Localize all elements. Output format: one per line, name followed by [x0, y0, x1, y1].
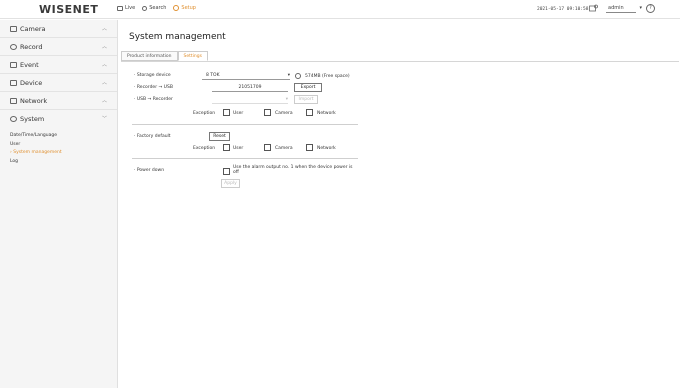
nav-live[interactable]: Live — [117, 5, 135, 11]
power-down-checkbox[interactable] — [223, 168, 230, 175]
system-submenu: Date/Time/Language User › System managem… — [0, 128, 117, 166]
exception-network-checkbox[interactable] — [306, 144, 313, 151]
exception-camera-label: Camera — [275, 111, 293, 116]
user-select[interactable]: admin ▾ — [606, 5, 642, 13]
submenu-item-label: System management — [13, 150, 62, 155]
storage-device-label: · Storage device — [134, 73, 171, 78]
import-button[interactable]: Import — [294, 95, 318, 104]
sidebar-item-label: Record — [20, 42, 43, 51]
sidebar-item-label: Camera — [20, 24, 46, 33]
recorder-to-usb-label: · Recorder → USB — [134, 85, 173, 90]
network-icon — [10, 97, 17, 104]
camera-icon — [10, 25, 17, 32]
exception-network-label: Network — [317, 111, 336, 116]
usb-to-recorder-label: · USB → Recorder — [134, 97, 173, 102]
exception-network-label: Network — [317, 146, 336, 151]
sidebar-item-label: Device — [20, 78, 43, 87]
tab-product-information[interactable]: Product information — [121, 51, 178, 61]
reset-button[interactable]: Reset — [209, 132, 230, 141]
section-divider — [132, 158, 358, 159]
main-panel: System management Product information Se… — [120, 20, 680, 388]
device-icon — [10, 79, 17, 86]
exception-user-checkbox[interactable] — [223, 144, 230, 151]
chevron-down-icon: ▾ — [287, 73, 290, 78]
chevron-up-icon: ︿ — [101, 98, 107, 104]
nav-setup[interactable]: Setup — [173, 5, 196, 11]
factory-default-label: · Factory default — [134, 134, 171, 139]
section-divider — [132, 124, 358, 125]
user-icon[interactable] — [589, 4, 599, 12]
tab-divider — [121, 61, 679, 62]
storage-device-value: 8 TOK — [206, 73, 220, 78]
logo: WISENET — [39, 3, 99, 16]
sidebar-item-record[interactable]: Record ︿ — [0, 38, 117, 56]
event-icon — [10, 61, 17, 68]
power-down-text-line-1: Use the alarm output no. 1 when the devi… — [233, 165, 353, 170]
system-icon — [10, 116, 17, 122]
storage-device-select[interactable]: 8 TOK ▾ — [202, 72, 290, 80]
nav-setup-label: Setup — [181, 5, 196, 11]
tab-settings[interactable]: Settings — [177, 51, 208, 61]
storage-device-label-text: Storage device — [136, 73, 171, 78]
free-space-text: 574MB (Free space) — [305, 74, 350, 79]
export-button[interactable]: Export — [294, 83, 322, 92]
nav-search-label: Search — [149, 5, 167, 11]
chevron-down-icon: ▾ — [285, 97, 288, 102]
exception-user-label: User — [233, 146, 244, 151]
sidebar-item-label: System — [20, 115, 45, 123]
exception-label: Exception — [193, 146, 216, 151]
sidebar-item-event[interactable]: Event ︿ — [0, 56, 117, 74]
chevron-up-icon: ︿ — [101, 62, 107, 68]
top-nav: Live Search Setup — [117, 5, 196, 11]
power-down-text: Use the alarm output no. 1 when the devi… — [233, 165, 363, 175]
submenu-item-system-management[interactable]: › System management — [10, 149, 117, 158]
sidebar-item-device[interactable]: Device ︿ — [0, 74, 117, 92]
power-down-label: · Power down — [134, 168, 165, 173]
datetime: 2021-05-17 09:10:58 — [537, 7, 589, 12]
nav-live-label: Live — [125, 5, 136, 11]
power-down-text-line-2: off — [233, 170, 239, 175]
sidebar-item-network[interactable]: Network ︿ — [0, 92, 117, 110]
top-bar: WISENET Live Search Setup 2021-05-17 09:… — [0, 0, 680, 19]
sidebar-item-system[interactable]: System ﹀ — [0, 110, 117, 128]
sidebar-item-label: Event — [20, 60, 39, 69]
power-down-label-text: Power down — [136, 168, 165, 173]
chevron-down-icon: ▾ — [639, 5, 642, 11]
exception-camera-checkbox[interactable] — [264, 144, 271, 151]
search-icon — [142, 5, 148, 11]
usb-to-recorder-label-text: USB → Recorder — [136, 97, 173, 102]
exception-user-checkbox[interactable] — [223, 109, 230, 116]
chevron-up-icon: ︿ — [101, 26, 107, 32]
exception-user-label: User — [233, 111, 244, 116]
usb-to-recorder-select[interactable]: ▾ — [212, 96, 288, 104]
live-icon — [117, 5, 123, 11]
nav-search[interactable]: Search — [142, 5, 166, 11]
record-icon — [10, 43, 17, 50]
page-title: System management — [129, 32, 226, 42]
help-icon[interactable]: ? — [646, 4, 655, 13]
exception-network-checkbox[interactable] — [306, 109, 313, 116]
submenu-item-date-time-language[interactable]: Date/Time/Language — [10, 132, 117, 141]
submenu-item-user[interactable]: User — [10, 141, 117, 150]
sidebar-item-label: Network — [20, 96, 48, 105]
submenu-item-log[interactable]: Log — [10, 158, 117, 167]
recorder-to-usb-label-text: Recorder → USB — [136, 85, 173, 90]
chevron-up-icon: ︿ — [101, 80, 107, 86]
exception-label: Exception — [193, 111, 216, 116]
factory-default-label-text: Factory default — [136, 134, 171, 139]
tab-bar: Product information Settings — [121, 51, 208, 61]
sidebar-item-camera[interactable]: Camera ︿ — [0, 20, 117, 38]
apply-button[interactable]: Apply — [221, 179, 240, 188]
exception-camera-checkbox[interactable] — [264, 109, 271, 116]
refresh-icon[interactable] — [295, 73, 301, 79]
exception-camera-label: Camera — [275, 146, 293, 151]
recorder-to-usb-filename[interactable]: 21051709 — [212, 84, 288, 92]
sidebar: Camera ︿ Record ︿ Event ︿ Device ︿ Netwo… — [0, 20, 118, 388]
chevron-up-icon: ︿ — [101, 44, 107, 50]
user-name: admin — [608, 5, 624, 11]
gear-icon — [173, 5, 180, 11]
chevron-down-icon: ﹀ — [101, 116, 107, 122]
